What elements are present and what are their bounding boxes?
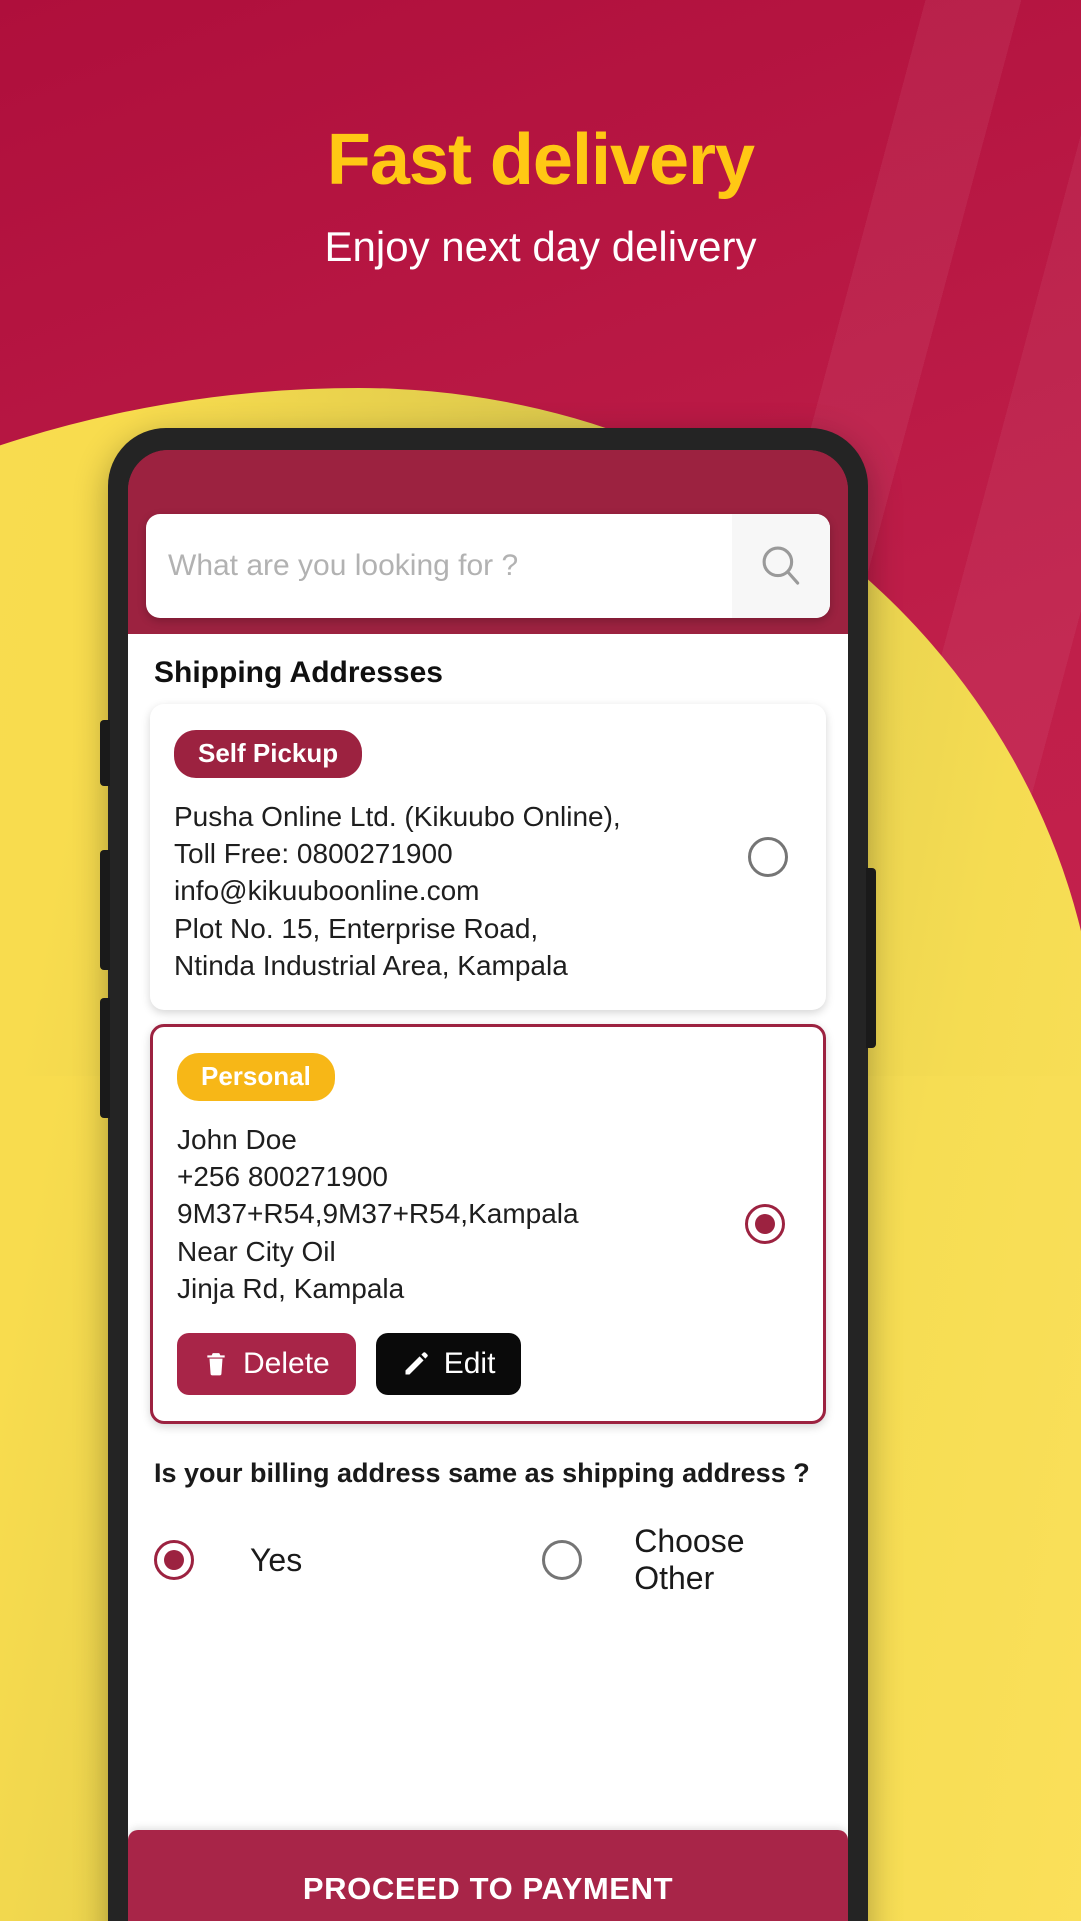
address-radio-self-pickup[interactable] [748,837,788,878]
address-lines: John Doe +256 800271900 9M37+R54,9M37+R5… [177,1121,727,1307]
search-bar [146,514,830,618]
address-card-content: Self Pickup Pusha Online Ltd. (Kikuubo O… [174,730,730,984]
edit-button-label: Edit [443,1347,496,1381]
app-container: Shipping Addresses Self Pickup Pusha Onl… [128,450,848,1921]
phone-side-button-silent[interactable] [100,720,110,786]
address-line: Near City Oil [177,1235,336,1267]
address-line: 9M37+R54,9M37+R54,Kampala [177,1198,579,1230]
search-input[interactable] [146,514,732,618]
status-badge-personal: Personal [177,1053,335,1101]
address-line: Jinja Rd, Kampala [177,1272,405,1304]
billing-option-yes-label: Yes [250,1541,303,1578]
proceed-to-payment-button[interactable]: PROCEED TO PAYMENT [128,1830,848,1921]
phone-screen: Shipping Addresses Self Pickup Pusha Onl… [128,450,848,1921]
address-line: Pusha Online Ltd. (Kikuubo Online), [174,800,621,832]
pencil-icon [402,1350,430,1378]
status-badge-self-pickup: Self Pickup [174,730,363,778]
address-line: Ntinda Industrial Area, Kampala [174,949,568,981]
address-line: Toll Free: 0800271900 [174,838,453,870]
address-lines: Pusha Online Ltd. (Kikuubo Online), Toll… [174,798,730,984]
promo-title: Fast delivery [326,120,755,200]
address-line: John Doe [177,1123,297,1155]
promo-subtitle: Enjoy next day delivery [324,222,757,270]
phone-mockup: Shipping Addresses Self Pickup Pusha Onl… [100,428,876,1921]
address-card-personal[interactable]: Personal John Doe +256 800271900 9M37+R5… [150,1024,826,1425]
app-footer: PROCEED TO PAYMENT [128,1814,848,1921]
address-card-self-pickup[interactable]: Self Pickup Pusha Online Ltd. (Kikuubo O… [150,704,826,1011]
billing-option-choose-other[interactable]: Choose Other [542,1523,822,1597]
promo-copy: Fast delivery Enjoy next day delivery [0,120,1081,270]
app-body: Shipping Addresses Self Pickup Pusha Onl… [128,634,848,1921]
billing-option-choose-other-label: Choose Other [634,1523,745,1597]
search-region [128,514,848,634]
billing-radio-choose-other[interactable] [542,1540,583,1581]
address-line: Plot No. 15, Enterprise Road, [174,912,539,944]
phone-side-button-power[interactable] [866,868,876,1048]
address-card-content: Personal John Doe +256 800271900 9M37+R5… [177,1053,727,1396]
billing-option-yes[interactable]: Yes [154,1540,303,1581]
edit-button[interactable]: Edit [375,1333,522,1396]
search-icon [756,541,806,591]
address-line: +256 800271900 [177,1161,388,1193]
search-submit-button[interactable] [732,514,830,618]
delete-button-label: Delete [243,1347,330,1381]
billing-options: Yes Choose Other [128,1489,848,1597]
address-line: info@kikuuboonline.com [174,875,480,907]
billing-radio-yes[interactable] [154,1540,194,1581]
delete-button[interactable]: Delete [177,1333,356,1396]
phone-side-button-volume-down[interactable] [100,998,110,1118]
trash-icon [203,1350,229,1378]
page-title: Shipping Addresses [154,656,443,689]
address-card-actions: Delete Edit [177,1333,727,1396]
phone-side-button-volume-up[interactable] [100,850,110,970]
address-radio-personal[interactable] [745,1204,785,1245]
app-top-bar [128,450,848,522]
billing-question: Is your billing address same as shipping… [154,1458,810,1489]
